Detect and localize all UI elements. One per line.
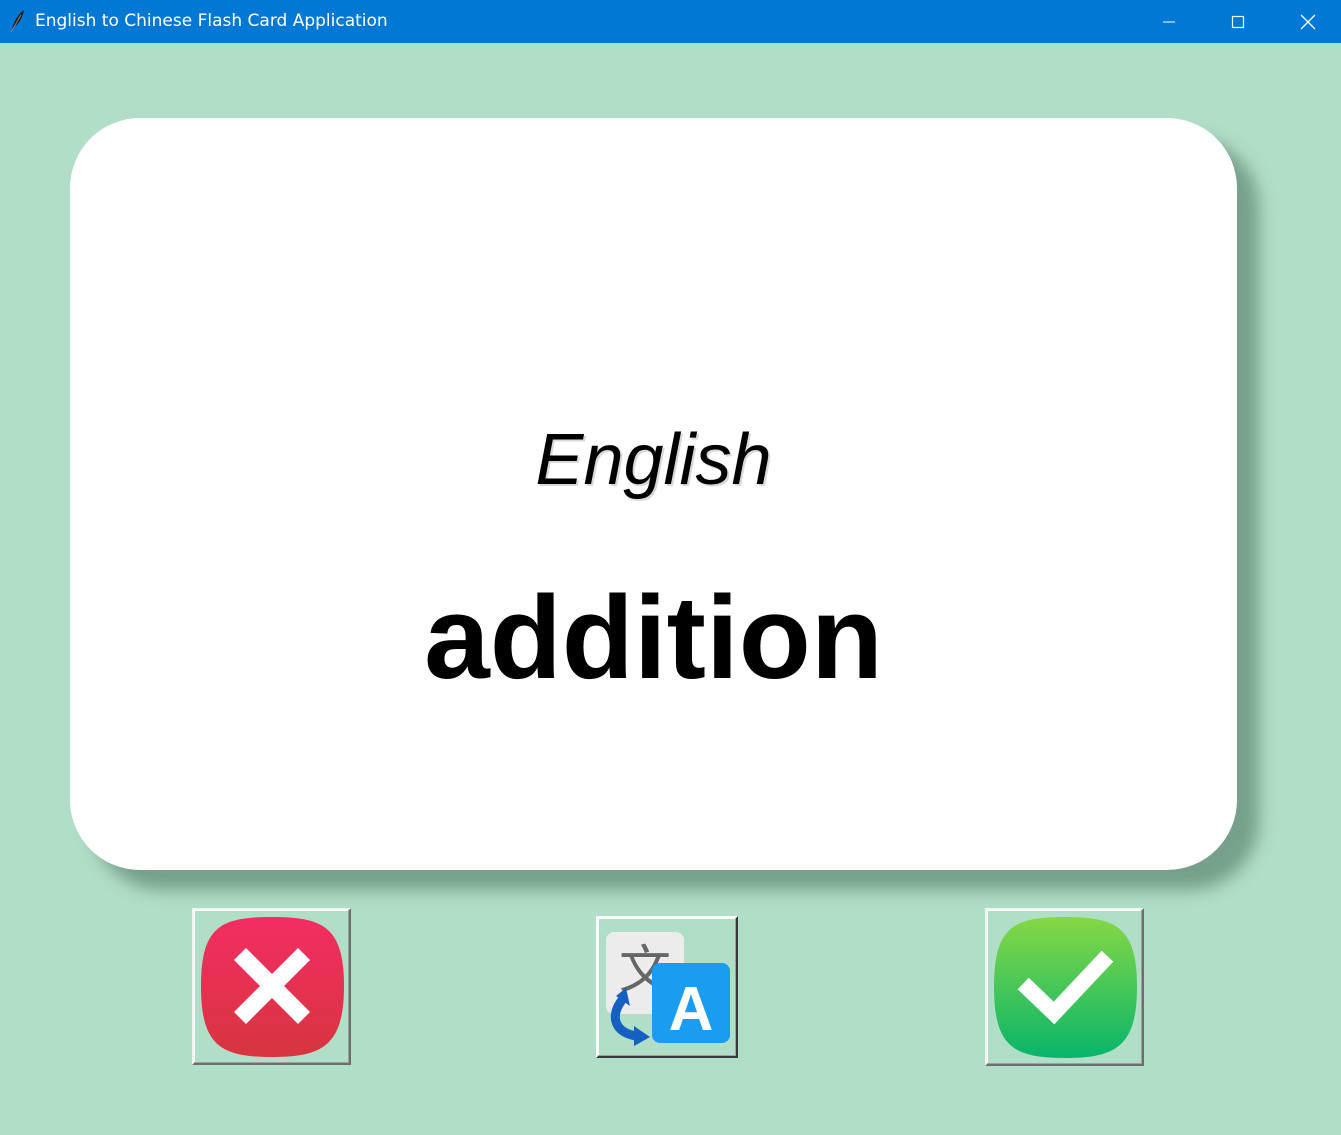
maximize-button[interactable] — [1203, 0, 1273, 43]
close-button[interactable] — [1273, 0, 1341, 43]
checkmark-icon — [994, 917, 1137, 1058]
wrong-x-icon — [201, 917, 344, 1057]
title-bar[interactable]: English to Chinese Flash Card Applicatio… — [0, 0, 1341, 43]
window-title: English to Chinese Flash Card Applicatio… — [35, 11, 388, 31]
close-icon — [1300, 14, 1316, 29]
translate-icon: 文 A — [606, 932, 730, 1046]
translate-button[interactable]: 文 A — [596, 916, 738, 1058]
minimize-button[interactable] — [1134, 0, 1204, 43]
flash-card: English addition — [70, 118, 1237, 870]
svg-text:A: A — [669, 975, 714, 1044]
wrong-button[interactable] — [192, 908, 351, 1065]
card-word: addition — [424, 572, 883, 704]
minimize-icon — [1163, 21, 1175, 22]
maximize-icon — [1231, 15, 1245, 28]
feather-icon — [8, 9, 26, 33]
card-language: English — [535, 420, 772, 500]
right-button[interactable] — [985, 908, 1144, 1066]
